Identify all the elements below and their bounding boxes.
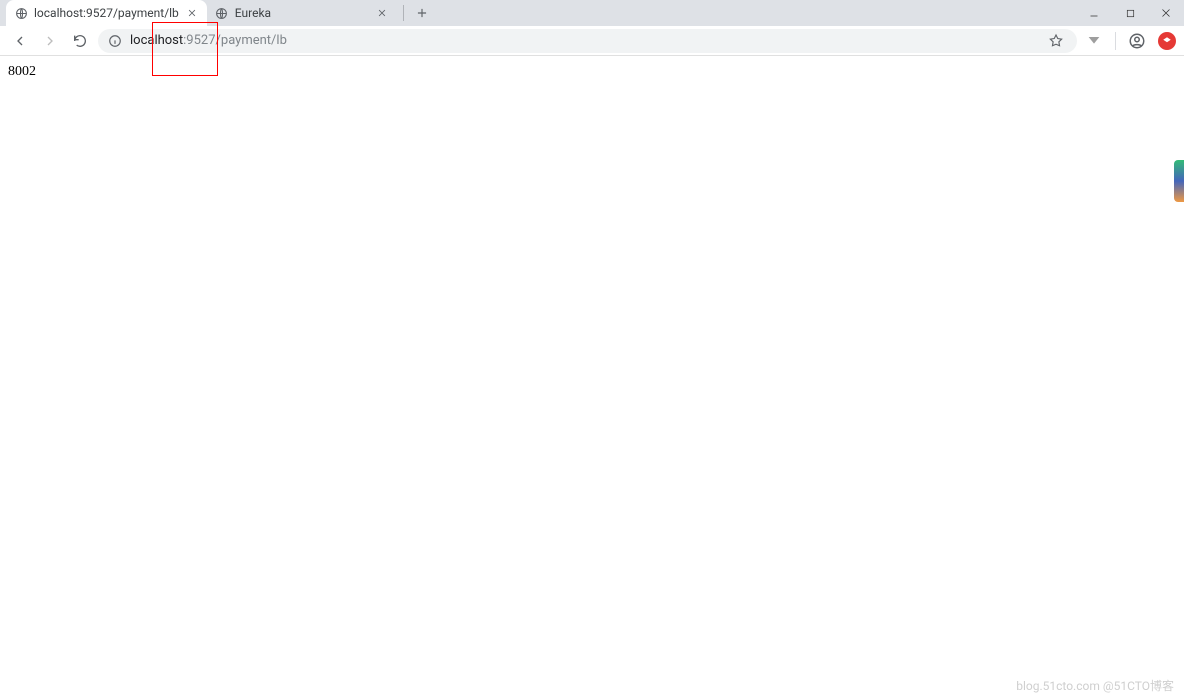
side-widget[interactable]: [1174, 160, 1184, 202]
reload-button[interactable]: [68, 29, 92, 53]
minimize-button[interactable]: [1076, 0, 1112, 26]
tab-inactive[interactable]: Eureka: [207, 0, 397, 26]
window-controls: [1076, 0, 1184, 26]
globe-icon: [14, 6, 28, 20]
tab-title: Eureka: [235, 6, 369, 20]
profile-icon[interactable]: [1126, 30, 1148, 52]
close-window-button[interactable]: [1148, 0, 1184, 26]
page-content: 8002: [0, 56, 1184, 700]
tab-strip: localhost:9527/payment/lb Eureka: [0, 0, 1184, 26]
back-button[interactable]: [8, 29, 32, 53]
address-bar[interactable]: localhost:9527/payment/lb: [98, 29, 1077, 53]
new-tab-button[interactable]: [410, 1, 434, 25]
toolbar-separator: [1115, 32, 1116, 50]
extension-red-icon[interactable]: [1158, 32, 1176, 50]
url-host: localhost: [130, 33, 183, 48]
response-body-text: 8002: [8, 64, 36, 79]
tab-close-icon[interactable]: [375, 6, 389, 20]
bookmark-star-icon[interactable]: [1045, 30, 1067, 52]
url-path: :9527/payment/lb: [183, 33, 287, 48]
watermark-text: blog.51cto.com @51CTO博客: [1016, 677, 1174, 694]
forward-button[interactable]: [38, 29, 62, 53]
toolbar-right-icons: [1083, 30, 1176, 52]
maximize-button[interactable]: [1112, 0, 1148, 26]
tab-title: localhost:9527/payment/lb: [34, 6, 179, 20]
url-text: localhost:9527/payment/lb: [130, 33, 287, 48]
tab-active[interactable]: localhost:9527/payment/lb: [6, 0, 207, 26]
globe-icon: [215, 6, 229, 20]
tab-close-icon[interactable]: [185, 6, 199, 20]
tab-separator: [403, 5, 404, 21]
info-icon[interactable]: [108, 34, 122, 48]
extension-v-icon[interactable]: [1083, 30, 1105, 52]
toolbar: localhost:9527/payment/lb: [0, 26, 1184, 56]
